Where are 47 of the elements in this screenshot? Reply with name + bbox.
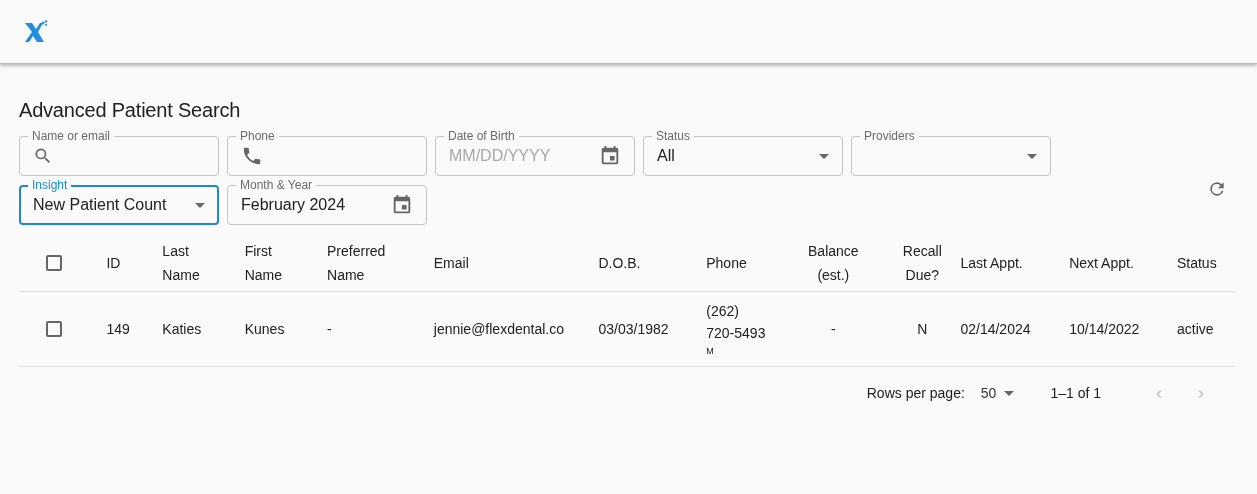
column-header: First Name: [244, 242, 284, 285]
table-cell: active: [1176, 321, 1214, 337]
column-header: D.O.B.: [598, 254, 641, 273]
field-label: Phone: [236, 129, 279, 143]
field-label: Name or email: [28, 129, 115, 143]
row-checkbox[interactable]: [46, 321, 62, 337]
phone-icon: [241, 145, 263, 167]
column-header: Balance (est.): [807, 242, 860, 285]
table-cell: 149: [106, 321, 130, 337]
page-title: Advanced Patient Search: [19, 98, 242, 122]
column-header: ID: [106, 254, 121, 273]
field-label: Month & Year: [236, 178, 317, 192]
column-header: Last Name: [162, 242, 201, 285]
rows-per-page-select[interactable]: 50: [974, 382, 1021, 404]
field-label: Status: [652, 129, 695, 143]
caret-icon: [195, 202, 205, 208]
calendar-icon[interactable]: [391, 194, 413, 216]
column-header: Email: [433, 254, 469, 273]
table-cell: N: [917, 321, 928, 337]
table-cell: 02/14/2024: [960, 321, 1031, 337]
phone-type-label: M: [706, 345, 715, 358]
search-icon: [33, 146, 53, 166]
table-cell: Kunes: [244, 321, 285, 337]
table-cell: -: [327, 321, 332, 337]
select-all-checkbox[interactable]: [46, 255, 62, 271]
table-cell: 10/14/2022: [1069, 321, 1140, 337]
column-header: Phone: [706, 254, 747, 273]
table-cell: jennie@flexdental.co: [433, 321, 564, 337]
column-header: Last Appt.: [960, 254, 1023, 273]
table-cell: 03/03/1982: [598, 321, 669, 337]
column-header: Status: [1176, 254, 1217, 273]
field-label: Insight: [28, 178, 72, 192]
column-header: Next Appt.: [1069, 254, 1134, 273]
column-header: Preferred Name: [327, 242, 387, 285]
column-header: Recall Due?: [901, 242, 943, 285]
table-cell: -: [831, 321, 836, 337]
field-label: Providers: [860, 129, 919, 143]
caret-icon: [1004, 390, 1015, 396]
table-cell: Katies: [162, 321, 202, 337]
logo-icon: [24, 19, 48, 44]
calendar-icon[interactable]: [599, 145, 621, 167]
rows-per-page-label: Rows per page:: [866, 383, 965, 403]
field-label: Date of Birth: [444, 129, 519, 143]
caret-icon: [1027, 153, 1037, 159]
table-cell-text: (262) 720-5493: [706, 302, 767, 343]
page-range: 1–1 of 1: [1050, 383, 1101, 403]
caret-icon: [819, 153, 829, 159]
